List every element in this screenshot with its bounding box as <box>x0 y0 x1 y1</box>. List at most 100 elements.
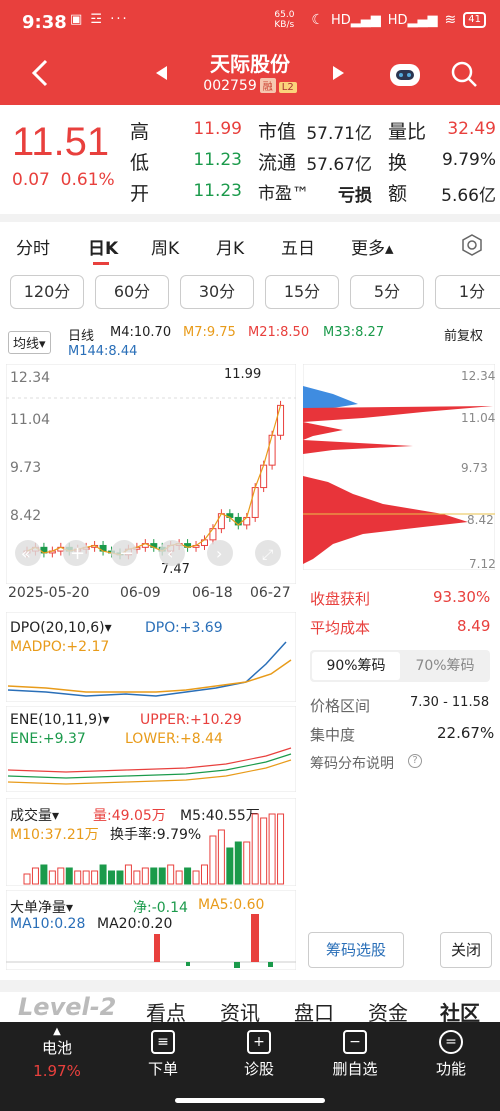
nav-battery[interactable]: ▲ 电池 1.97% <box>17 1026 97 1080</box>
period-15min[interactable]: 15分 <box>265 275 339 309</box>
svg-text:−: − <box>119 543 134 564</box>
date-3: 06-27 <box>250 585 291 601</box>
period-120min[interactable]: 120分 <box>10 275 84 309</box>
period-60min[interactable]: 60分 <box>95 275 169 309</box>
pe-value: 亏损 <box>338 186 372 206</box>
tab-daily-k[interactable]: 日K <box>88 234 118 259</box>
signal-icon: HD▂▄▆ <box>330 12 381 28</box>
kline-chart[interactable]: 12.34 11.04 9.73 8.42 11.99 7.47 «+ − ‹ ›… <box>6 364 296 584</box>
nav-remove-watchlist[interactable]: − 删自选 <box>315 1030 395 1079</box>
status-right: 65.0 KB/s ☾ HD▂▄▆ HD▂▄▆ ≋ 41 <box>274 10 486 30</box>
adjust-mode[interactable]: 前复权 <box>444 325 483 344</box>
volume-bar <box>99 864 107 885</box>
volume-bar <box>243 841 251 885</box>
bigorder-chart <box>6 890 296 970</box>
float-label: 流通 <box>258 152 297 174</box>
dpo-chart <box>6 612 296 702</box>
chip-explain-link[interactable]: 筹码分布说明 <box>310 753 394 773</box>
volume-bar <box>167 864 175 885</box>
search-icon[interactable] <box>450 60 478 88</box>
chip-close-button[interactable]: 关闭 <box>440 932 492 968</box>
volume-bar <box>141 867 149 885</box>
tab-timeshare[interactable]: 分时 <box>16 234 50 259</box>
volume-bar <box>116 870 124 885</box>
volume-bar <box>150 867 158 885</box>
profit-value: 93.30% <box>433 588 491 606</box>
volume-bar <box>268 813 276 885</box>
nav-diagnose[interactable]: + 诊股 <box>219 1030 299 1079</box>
wifi-icon: ≋ <box>444 12 457 28</box>
ene-chart <box>6 706 296 792</box>
avg-cost-value: 8.49 <box>457 617 491 635</box>
status-time: 9:38 <box>22 12 67 33</box>
tab-level2[interactable]: Level-2 <box>18 993 116 1021</box>
functions-icon: = <box>439 1030 463 1054</box>
tab-weekly-k[interactable]: 周K <box>151 234 179 259</box>
help-icon[interactable]: ? <box>408 754 422 768</box>
ma-m33: M33:8.27 <box>323 325 385 340</box>
volume-bar <box>48 870 56 885</box>
tab-five-day[interactable]: 五日 <box>281 234 315 259</box>
candle <box>251 487 259 518</box>
ma-selector[interactable]: 均线▾ <box>8 331 51 354</box>
k-ytick-0: 12.34 <box>10 370 50 386</box>
volume-bar <box>82 870 90 885</box>
price-change: 0.07 0.61% <box>12 170 115 190</box>
change-pct: 0.61% <box>60 170 115 190</box>
period-5min[interactable]: 5分 <box>350 275 424 309</box>
mktcap-label: 市值 <box>258 121 297 143</box>
period-30min[interactable]: 30分 <box>180 275 254 309</box>
signal2-icon: HD▂▄▆ <box>387 12 438 28</box>
volume-bar <box>277 813 285 885</box>
tab-monthly-k[interactable]: 月K <box>216 234 244 259</box>
settings-icon[interactable] <box>461 234 483 256</box>
ma-period-label: 日线 <box>68 329 95 344</box>
level2-tag: L2 <box>278 82 297 93</box>
volume-bar <box>192 870 200 885</box>
vol-ratio-label: 量比 <box>388 121 427 143</box>
open-value: 11.23 <box>193 181 242 201</box>
avg-cost-label: 平均成本 <box>310 619 371 637</box>
volume-bar <box>226 847 234 885</box>
ma-m144: M144:8.44 <box>68 344 138 359</box>
mktcap-value: 57.71亿 <box>306 124 372 144</box>
turnover-label: 换 <box>388 152 408 174</box>
period-buttons: 120分 60分 30分 15分 5分 1分 <box>0 275 500 311</box>
tab-70-chips[interactable]: 70%筹码 <box>402 652 488 680</box>
notification-icons: ▣ ☲ ··· <box>70 12 129 27</box>
margin-tag: 融 <box>259 78 276 93</box>
chip-select-button[interactable]: 筹码选股 <box>308 932 404 968</box>
volume-bar <box>57 867 65 885</box>
divider-bottom <box>0 980 500 992</box>
price-range-label: 价格区间 <box>310 697 371 715</box>
volume-bar <box>124 864 132 885</box>
nav-functions[interactable]: = 功能 <box>411 1030 491 1079</box>
robot-assistant-icon[interactable] <box>388 58 422 88</box>
ma-m7: M7:9.75 <box>183 325 236 340</box>
chip-distribution-chart: 12.34 11.04 9.73 8.42 7.12 <box>303 364 495 570</box>
bottom-navbar: ▲ 电池 1.97% ≡ 下单 + 诊股 − 删自选 = 功能 <box>0 1022 500 1111</box>
volume-bar <box>108 870 116 885</box>
period-1min[interactable]: 1分 <box>435 275 500 309</box>
stock-name: 天际股份 <box>210 52 290 76</box>
candle <box>209 528 217 541</box>
svg-text:+: + <box>70 543 85 564</box>
profit-label: 收盘获利 <box>310 590 371 608</box>
candle <box>260 464 268 489</box>
high-label: 高 <box>130 121 150 143</box>
nav-order[interactable]: ≡ 下单 <box>123 1030 203 1079</box>
float-value: 57.67亿 <box>306 155 372 175</box>
volume-chart <box>6 798 296 886</box>
chip-select-label: 筹码选股 <box>325 941 386 959</box>
volume-bar <box>217 829 225 885</box>
diagnose-icon: + <box>247 1030 271 1054</box>
tab-90-chips[interactable]: 90%筹码 <box>312 652 400 680</box>
volume-bar <box>40 864 48 885</box>
candle <box>217 513 225 530</box>
tab-more[interactable]: 更多▴ <box>351 234 394 259</box>
nav-battery-label: 电池 <box>41 1039 72 1057</box>
volume-bar <box>65 867 73 885</box>
candle <box>268 434 276 466</box>
stock-code: 002759 <box>203 78 257 94</box>
ma-m21: M21:8.50 <box>248 325 310 340</box>
